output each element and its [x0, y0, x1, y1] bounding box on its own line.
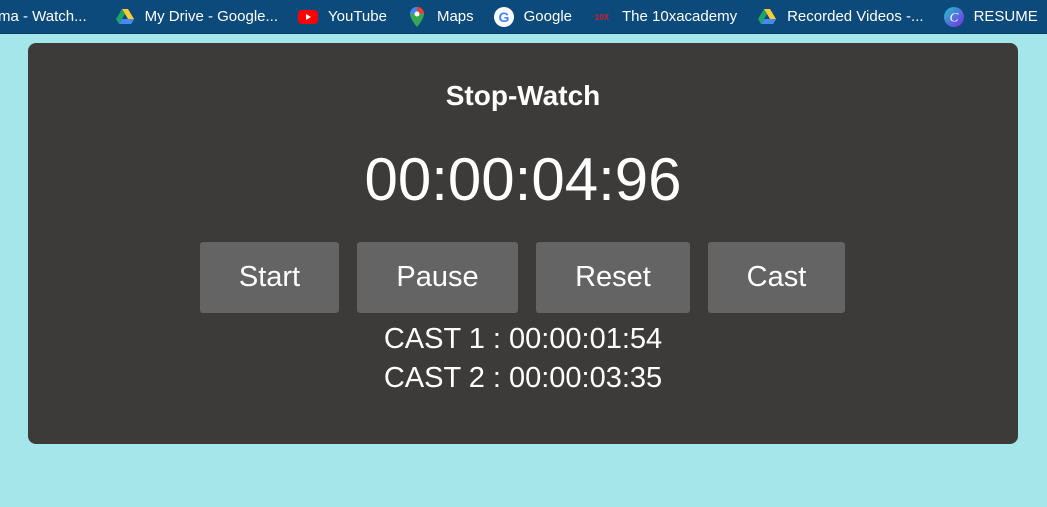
google-icon: G: [493, 6, 514, 27]
bookmark-label: YouTube: [328, 8, 387, 25]
bookmark-label: Recorded Videos -...: [787, 8, 924, 25]
cast-button[interactable]: Cast: [708, 242, 845, 313]
youtube-icon: [298, 7, 318, 27]
start-button[interactable]: Start: [200, 242, 339, 313]
bookmark-maps[interactable]: Maps: [407, 0, 484, 33]
bookmark-resume[interactable]: C RESUME: [943, 0, 1047, 33]
bookmark-google[interactable]: G Google: [493, 0, 582, 33]
bookmark-watch[interactable]: ma - Watch...: [0, 0, 97, 33]
svg-text:10X: 10X: [595, 13, 610, 22]
svg-text:G: G: [498, 9, 509, 25]
google-drive-icon: [757, 7, 777, 27]
bookmark-youtube[interactable]: YouTube: [298, 0, 397, 33]
page-title: Stop-Watch: [445, 80, 601, 111]
cast-list: CAST 1 : 00:00:01:54 CAST 2 : 00:00:03:3…: [28, 320, 1018, 398]
bookmark-label: The 10xacademy: [622, 8, 738, 25]
bookmark-label: RESUME: [973, 8, 1038, 25]
canva-icon: C: [943, 6, 964, 27]
pause-button[interactable]: Pause: [357, 242, 518, 313]
bookmark-label: Google: [523, 8, 573, 25]
bookmarks-bar: ma - Watch... My Drive - Google... YouTu…: [0, 0, 1047, 34]
bookmark-recorded-videos[interactable]: Recorded Videos -...: [757, 0, 933, 33]
reset-button[interactable]: Reset: [536, 242, 690, 313]
10x-icon: 10X: [592, 7, 612, 27]
bookmark-10xacademy[interactable]: 10X The 10xacademy: [592, 0, 747, 33]
bookmark-label: ma - Watch...: [0, 8, 87, 25]
svg-text:C: C: [949, 9, 958, 24]
time-display: 00:00:04:96: [364, 146, 682, 213]
bookmark-label: Maps: [436, 8, 474, 25]
cast-item: CAST 1 : 00:00:01:54: [383, 323, 663, 355]
bookmark-my-drive[interactable]: My Drive - Google...: [115, 0, 288, 33]
google-drive-icon: [115, 7, 135, 27]
bookmark-label: My Drive - Google...: [144, 8, 278, 25]
google-maps-icon: [407, 6, 427, 27]
stopwatch-card: Stop-Watch 00:00:04:96 Start Pause Reset…: [28, 43, 1018, 444]
cast-item: CAST 2 : 00:00:03:35: [383, 362, 663, 394]
